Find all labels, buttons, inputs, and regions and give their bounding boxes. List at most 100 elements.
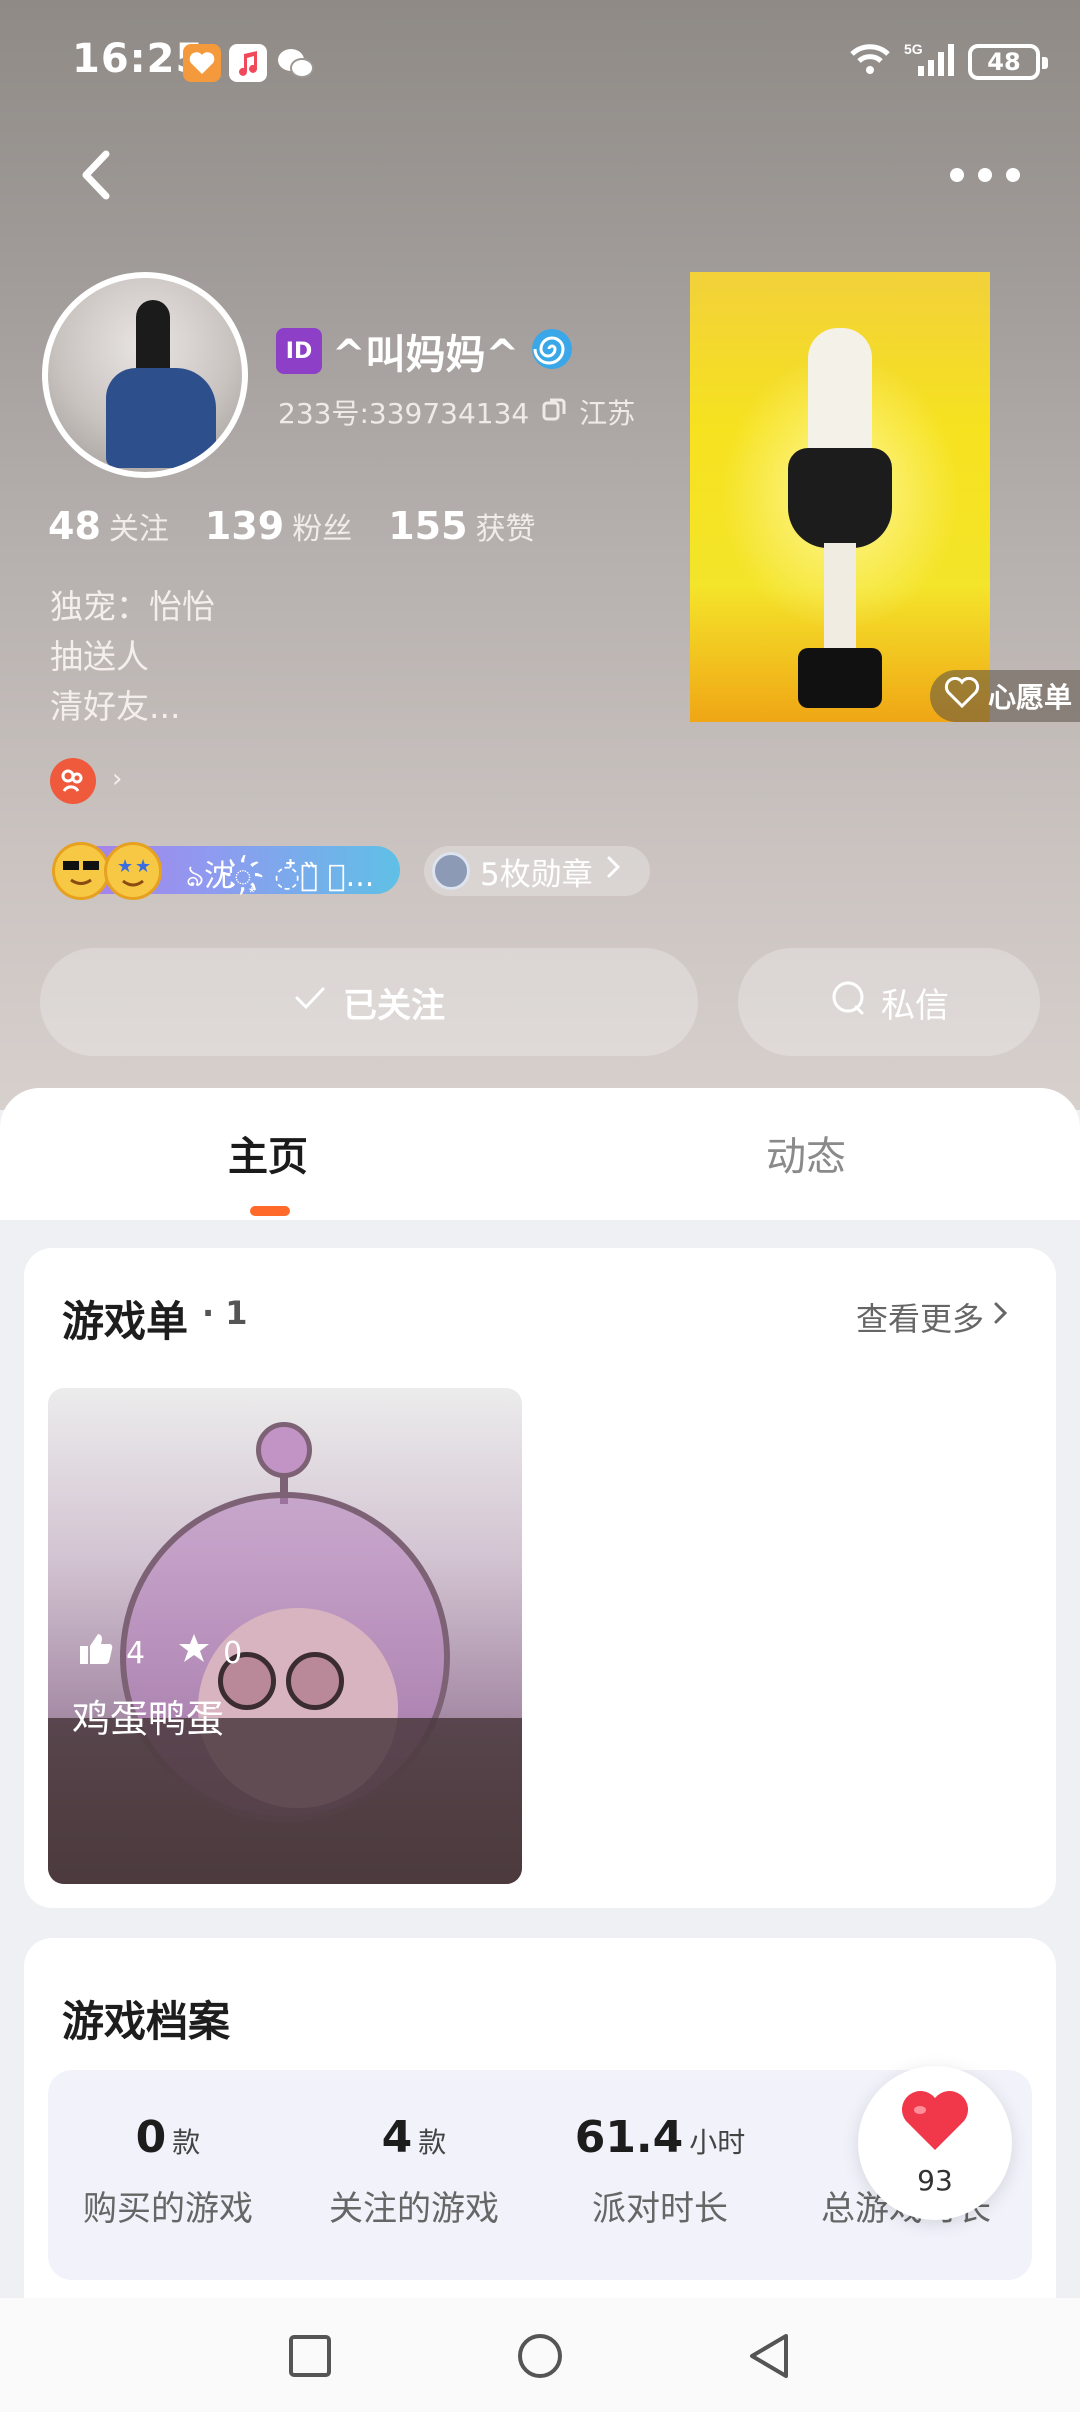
playlist-card: 游戏单 · 1 查看更多 4 0 鸡蛋鸭蛋 (24, 1248, 1056, 1908)
tab-home[interactable]: 主页 (228, 1124, 308, 1182)
location: 江苏 (579, 397, 636, 430)
chat-bubble-icon (829, 979, 867, 1026)
heart-outline-icon (944, 676, 980, 716)
archive-item[interactable]: 61.4 小时 派对时长 (540, 2112, 780, 2230)
wishlist-label: 心愿单 (988, 681, 1073, 714)
chevron-right-icon (603, 853, 625, 889)
stat-label: 关注 (108, 512, 169, 547)
chevron-right-icon[interactable]: › (112, 764, 122, 794)
square-icon (289, 2335, 331, 2377)
floating-like-button[interactable]: 93 (858, 2066, 1012, 2220)
profile-name-row: ID ^叫妈妈^ (276, 322, 575, 380)
see-more-label: 查看更多 (855, 1300, 984, 1338)
message-label: 私信 (881, 985, 949, 1026)
likes-count: 4 (126, 1635, 146, 1671)
system-nav-bar (0, 2298, 1080, 2412)
avatar-coat (106, 368, 216, 468)
cover-antenna-ball (256, 1422, 312, 1478)
recents-button[interactable] (288, 2334, 332, 2382)
archive-num: 61.4 (574, 2112, 684, 2163)
stat-label: 粉丝 (292, 512, 353, 547)
medal-icon (432, 852, 470, 890)
back-button[interactable] (70, 140, 130, 210)
playlist-item-meta: 4 0 (78, 1632, 242, 1674)
medals-label: 5枚勋章 (480, 856, 593, 893)
group-badge-icon[interactable] (50, 758, 96, 804)
stat-likes[interactable]: 155 获赞 (388, 504, 535, 548)
archive-num: 4 (381, 2112, 413, 2163)
archive-unit: 小时 (689, 2126, 746, 2159)
archive-label: 购买的游戏 (83, 2189, 253, 2229)
uid-row: 233号:339734134 江苏 (278, 392, 635, 432)
wishlist-button[interactable]: 心愿单 (930, 670, 1080, 722)
character-legs (824, 543, 856, 653)
check-icon (293, 982, 327, 1022)
wechat-icon (275, 44, 314, 82)
more-dot (950, 168, 964, 182)
spiral-icon (529, 326, 575, 376)
bio-line: 清好友... (50, 687, 181, 726)
followed-label: 已关注 (343, 985, 445, 1026)
title-badge-text: ঌ沈◌͙҉ ◌໋͙̏ ～... (186, 859, 375, 894)
character-figure (788, 328, 892, 708)
signal-icon: 5G (904, 40, 956, 84)
archive-num: 0 (135, 2112, 167, 2163)
id-badge-icon: ID (276, 328, 322, 374)
bio-line: 抽送人 (50, 637, 149, 676)
more-dot (978, 168, 992, 182)
character-dress (788, 448, 892, 548)
wifi-icon (848, 42, 892, 82)
message-button[interactable]: 私信 (738, 948, 1040, 1056)
playlist-count: · 1 (202, 1294, 248, 1332)
status-right-cluster: 5G 48 (848, 40, 1048, 84)
archive-label: 关注的游戏 (329, 2189, 499, 2229)
bio[interactable]: 独宠：怡怡 抽送人 清好友... (50, 582, 215, 732)
stat-num: 155 (388, 504, 468, 548)
followed-button[interactable]: 已关注 (40, 948, 698, 1056)
star-eyes-emoji-icon: ★ ★ (104, 842, 162, 900)
triangle-back-icon (750, 2334, 788, 2378)
stat-following[interactable]: 48 关注 (48, 504, 169, 548)
chevron-right-icon (990, 1298, 1012, 1336)
svg-text:★: ★ (135, 856, 151, 877)
battery-icon: 48 (968, 44, 1048, 80)
svg-text:5G: 5G (904, 41, 923, 57)
stat-fans[interactable]: 139 粉丝 (205, 504, 352, 548)
archive-unit: 款 (172, 2126, 201, 2159)
playlist-item[interactable]: 4 0 鸡蛋鸭蛋 (48, 1388, 522, 1884)
home-button[interactable] (516, 2332, 564, 2384)
playlist-item-name: 鸡蛋鸭蛋 (72, 1697, 225, 1741)
sunglasses-emoji-icon (52, 842, 110, 900)
heart-app-icon (183, 44, 221, 82)
svg-text:★: ★ (117, 856, 133, 877)
more-dot (1006, 168, 1020, 182)
medals-button[interactable]: 5枚勋章 (424, 846, 650, 896)
see-more-link[interactable]: 查看更多 (856, 1294, 1012, 1340)
archive-label: 派对时长 (592, 2189, 728, 2229)
character-boots (798, 648, 882, 708)
star-icon (177, 1632, 211, 1674)
archive-title: 游戏档案 (62, 1997, 231, 2046)
tab-feed[interactable]: 动态 (766, 1124, 846, 1182)
stat-label: 获赞 (475, 512, 536, 547)
stars-count: 0 (223, 1635, 243, 1671)
status-bar: 16:25 5G 48 (0, 0, 1080, 120)
music-app-icon (229, 44, 267, 82)
stats-row: 48 关注 139 粉丝 155 获赞 (48, 504, 536, 548)
archive-unit: 款 (418, 2126, 447, 2159)
tab-bar: 主页 动态 (0, 1088, 1080, 1220)
back-nav-button[interactable] (746, 2332, 792, 2384)
copy-icon[interactable] (541, 396, 567, 429)
playlist-title: 游戏单 (62, 1297, 189, 1346)
circle-icon (518, 2334, 562, 2378)
character-showcase-image[interactable] (690, 272, 990, 722)
thumbs-up-icon (78, 1632, 114, 1674)
stat-num: 48 (48, 504, 101, 548)
bio-line: 独宠：怡怡 (50, 587, 215, 626)
avatar[interactable] (42, 272, 248, 478)
archive-item[interactable]: 4款 关注的游戏 (294, 2112, 534, 2230)
more-button[interactable] (950, 160, 1020, 190)
profile-name: ^叫妈妈^ (332, 332, 520, 378)
tab-indicator (250, 1206, 290, 1216)
archive-item[interactable]: 0款 购买的游戏 (48, 2112, 288, 2230)
